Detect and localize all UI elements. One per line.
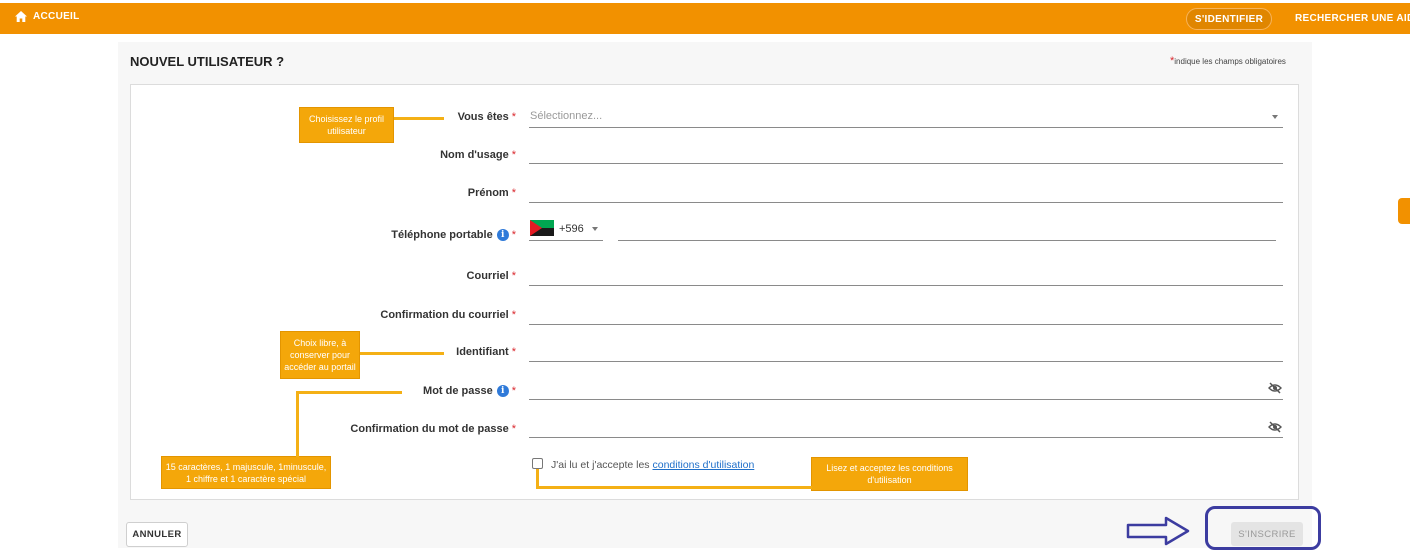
terms-checkbox[interactable] — [532, 458, 543, 469]
firstname-label: Prénom * — [467, 187, 516, 199]
info-icon[interactable]: i — [496, 385, 509, 398]
callout-profile-line — [394, 117, 444, 120]
email-input[interactable] — [529, 285, 1283, 286]
page-title: NOUVEL UTILISATEUR ? — [130, 54, 285, 69]
callout-terms: Lisez et acceptez les conditions d'utili… — [811, 457, 968, 491]
callout-username-line — [360, 352, 444, 355]
right-arrow-icon — [1126, 516, 1190, 546]
martinique-flag-icon[interactable] — [530, 220, 554, 236]
home-label: ACCUEIL — [33, 11, 80, 22]
profile-select[interactable] — [529, 127, 1283, 128]
callout-password: 15 caractères, 1 majuscule, 1minuscule, … — [161, 456, 331, 489]
callout-username: Choix libre, à conserver pour accéder au… — [280, 331, 360, 379]
password-confirm-input[interactable] — [529, 437, 1283, 438]
cancel-button[interactable]: ANNULER — [126, 522, 188, 547]
terms-link[interactable]: conditions d'utilisation — [652, 459, 754, 471]
callout-profile: Choisissez le profil utilisateur — [299, 107, 394, 143]
callout-password-line-h — [296, 391, 402, 394]
phone-input[interactable] — [618, 240, 1276, 241]
top-strip — [0, 0, 1410, 3]
eye-off-icon[interactable] — [1268, 421, 1282, 433]
dial-code[interactable]: +596 — [559, 223, 584, 235]
lastname-input[interactable] — [529, 163, 1283, 164]
callout-password-line-v — [296, 393, 299, 457]
eye-off-icon[interactable] — [1268, 382, 1282, 394]
home-icon — [15, 11, 27, 22]
terms-text: J'ai lu et j'accepte les conditions d'ut… — [551, 459, 755, 471]
submit-button[interactable]: S'INSCRIRE — [1231, 522, 1303, 546]
callout-terms-line-h — [536, 486, 812, 489]
dial-code-select[interactable] — [529, 240, 603, 241]
profile-select-placeholder[interactable]: Sélectionnez... — [530, 110, 602, 122]
login-button[interactable]: S'IDENTIFIER — [1186, 8, 1272, 30]
email-confirm-input[interactable] — [529, 324, 1283, 325]
chevron-down-icon[interactable] — [1272, 115, 1278, 119]
email-label: Courriel * — [466, 270, 516, 282]
home-link[interactable]: ACCUEIL — [15, 11, 80, 22]
email-confirm-label: Confirmation du courriel * — [380, 309, 516, 321]
password-confirm-label: Confirmation du mot de passe * — [350, 423, 516, 435]
search-help-link[interactable]: RECHERCHER UNE AIDE — [1295, 13, 1410, 24]
firstname-input[interactable] — [529, 202, 1283, 203]
lastname-label: Nom d'usage * — [440, 149, 516, 161]
chevron-down-icon[interactable] — [592, 227, 598, 231]
side-feedback-tab[interactable] — [1398, 198, 1410, 224]
required-fields-note: *indique les champs obligatoires — [1170, 55, 1286, 67]
username-input[interactable] — [529, 361, 1283, 362]
info-icon[interactable]: i — [496, 229, 509, 242]
phone-label: Téléphone portable i * — [391, 229, 516, 242]
password-input[interactable] — [529, 399, 1283, 400]
